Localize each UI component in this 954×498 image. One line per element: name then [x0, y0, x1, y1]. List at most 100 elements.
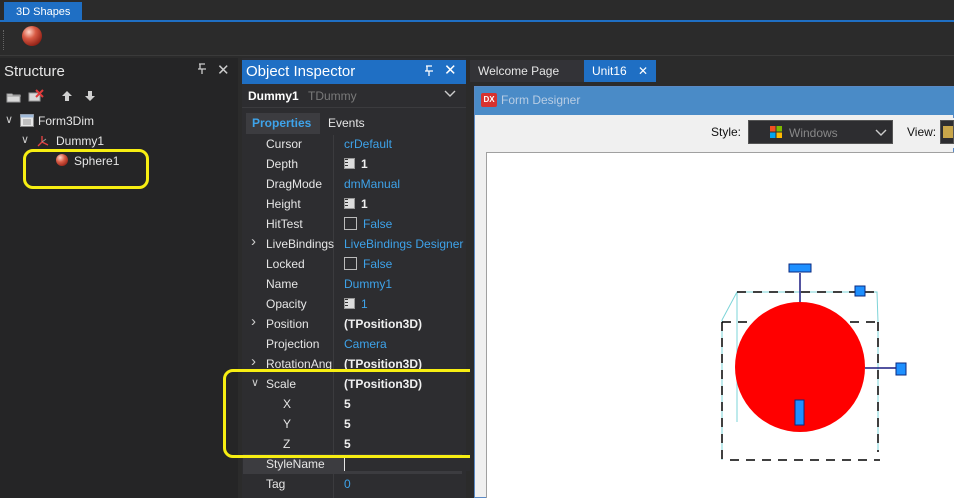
- palette-tab-3d-shapes[interactable]: 3D Shapes: [4, 2, 82, 22]
- property-value-text: Camera: [344, 337, 387, 351]
- property-name: StyleName: [266, 457, 325, 471]
- property-row-position[interactable]: › Position (TPosition3D): [243, 313, 462, 334]
- property-value-text: Dummy1: [344, 277, 393, 291]
- inspector-close-icon[interactable]: ✕: [444, 61, 457, 79]
- tab-unit16-label: Unit16: [592, 64, 627, 78]
- property-value[interactable]: crDefault: [344, 137, 392, 151]
- property-value[interactable]: False: [344, 217, 392, 231]
- windows-logo-icon: [769, 125, 783, 139]
- close-icon[interactable]: ✕: [638, 60, 648, 82]
- property-value-text: crDefault: [344, 137, 393, 151]
- property-value[interactable]: (TPosition3D): [344, 317, 422, 331]
- palette-tab-strip: [0, 0, 954, 22]
- dummy-gizmo[interactable]: [700, 258, 954, 468]
- property-row-locked[interactable]: Locked False: [243, 254, 462, 274]
- tree-node-form3dim[interactable]: ∨ Form3Dim: [0, 111, 238, 131]
- property-value-text: (TPosition3D): [344, 317, 422, 331]
- property-row-tag[interactable]: Tag 0: [243, 474, 462, 494]
- spin-icon[interactable]: [344, 198, 355, 209]
- pin-icon[interactable]: [197, 63, 207, 78]
- property-row-depth[interactable]: Depth 1: [243, 154, 462, 174]
- property-row-cursor[interactable]: Cursor crDefault: [243, 134, 462, 154]
- property-value-text: dmManual: [344, 177, 401, 191]
- tree-node-dummy1[interactable]: ∨ Dummy1: [0, 131, 238, 151]
- checkbox-icon[interactable]: [344, 217, 357, 230]
- property-value[interactable]: Camera: [344, 337, 387, 351]
- x-axis-handle: [895, 362, 907, 376]
- property-value-text: 0: [344, 477, 351, 491]
- property-name: Position: [266, 317, 309, 331]
- checkbox-icon[interactable]: [344, 257, 357, 270]
- form-designer-title: Form Designer: [501, 93, 581, 107]
- property-value[interactable]: [344, 457, 474, 471]
- spin-icon[interactable]: [344, 298, 355, 309]
- spin-icon[interactable]: [344, 158, 355, 169]
- chevron-down-icon[interactable]: ∨: [21, 133, 29, 146]
- property-name: Projection: [266, 337, 320, 351]
- property-name: LiveBindings: [266, 237, 335, 251]
- property-name: Locked: [266, 257, 305, 271]
- property-row-dragmode[interactable]: DragMode dmManual: [243, 174, 462, 194]
- sphere-icon[interactable]: [22, 26, 42, 46]
- property-name: Tag: [266, 477, 286, 491]
- form-designer-titlebar: DX Form Designer: [475, 87, 954, 115]
- view-label: View:: [907, 125, 937, 139]
- property-row-height[interactable]: Height 1: [243, 194, 462, 214]
- property-value[interactable]: LiveBindings Designer: [344, 237, 463, 251]
- style-label: Style:: [711, 125, 742, 139]
- property-name: Cursor: [266, 137, 303, 151]
- property-row-name[interactable]: Name Dummy1: [243, 274, 462, 294]
- property-row-projection[interactable]: Projection Camera: [243, 334, 462, 354]
- property-value[interactable]: 1: [344, 297, 368, 311]
- view-select[interactable]: [940, 120, 954, 144]
- structure-title: Structure: [4, 63, 65, 80]
- folder-icon[interactable]: [6, 90, 22, 104]
- arrow-down-icon[interactable]: [84, 90, 96, 102]
- form-icon: [20, 114, 34, 127]
- chevron-down-icon[interactable]: [875, 125, 887, 142]
- property-value[interactable]: 1: [344, 197, 368, 211]
- dummy-icon: [36, 134, 52, 148]
- property-name: Opacity: [266, 297, 307, 311]
- property-value[interactable]: dmManual: [344, 177, 400, 191]
- property-value-text: False: [363, 257, 393, 271]
- chevron-right-icon[interactable]: ›: [251, 353, 256, 370]
- style-select[interactable]: Windows: [748, 120, 893, 144]
- property-value[interactable]: 1: [344, 157, 368, 171]
- tree-label-dummy1: Dummy1: [56, 134, 105, 148]
- tab-properties-label: Properties: [252, 116, 312, 130]
- corner-handle: [854, 285, 866, 297]
- dx-logo-icon: DX: [481, 93, 497, 107]
- property-value[interactable]: Dummy1: [344, 277, 392, 291]
- property-row-opacity[interactable]: Opacity 1: [243, 294, 462, 314]
- tree-label-form3dim: Form3Dim: [38, 114, 94, 128]
- arrow-up-icon[interactable]: [61, 90, 73, 102]
- tab-properties[interactable]: Properties: [246, 113, 320, 134]
- inspector-title: Object Inspector: [246, 63, 356, 80]
- property-value[interactable]: False: [344, 257, 392, 271]
- property-name: Height: [266, 197, 301, 211]
- chevron-right-icon[interactable]: ›: [251, 313, 256, 330]
- chevron-down-icon[interactable]: ∨: [5, 113, 13, 126]
- property-value-text: False: [363, 217, 393, 231]
- object-selector[interactable]: Dummy1 TDummy: [242, 84, 466, 108]
- tab-unit16[interactable]: Unit16 ✕: [584, 60, 656, 82]
- property-row-hittest[interactable]: HitTest False: [243, 214, 462, 234]
- property-value-text: LiveBindings Designer: [344, 237, 464, 251]
- chevron-down-icon[interactable]: [444, 86, 456, 103]
- property-row-livebindings[interactable]: › LiveBindings LiveBindings Designer: [243, 233, 463, 254]
- tab-events-label: Events: [328, 116, 365, 130]
- property-value-text: 1: [361, 297, 368, 311]
- tab-welcome-page[interactable]: Welcome Page: [470, 60, 584, 82]
- pin-icon[interactable]: [424, 65, 434, 80]
- delete-component-icon[interactable]: [27, 89, 45, 104]
- structure-close-icon[interactable]: ✕: [217, 61, 230, 79]
- property-value-text: 1: [361, 197, 368, 211]
- property-name: HitTest: [266, 217, 303, 231]
- z-axis-handle: [794, 399, 805, 426]
- tab-events[interactable]: Events: [320, 113, 380, 134]
- view-icon: [943, 126, 953, 138]
- chevron-right-icon[interactable]: ›: [251, 233, 256, 250]
- object-name: Dummy1: [248, 89, 299, 103]
- property-value[interactable]: 0: [344, 477, 351, 491]
